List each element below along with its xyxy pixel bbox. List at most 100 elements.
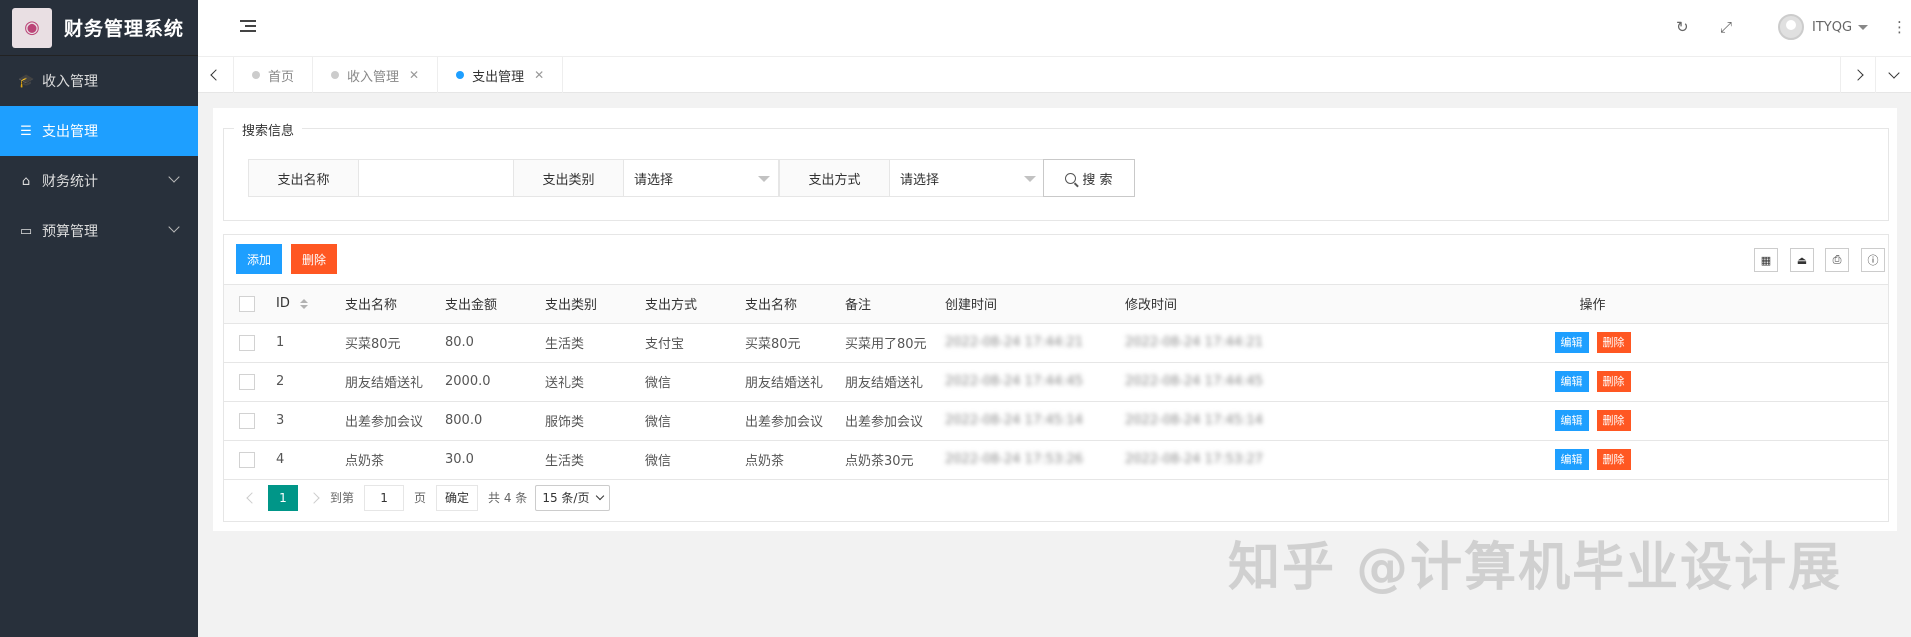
method-select[interactable]: 请选择 bbox=[890, 160, 1044, 196]
chevron-down-icon bbox=[1887, 67, 1900, 79]
tab-expense[interactable]: 支出管理 ✕ bbox=[438, 57, 564, 93]
graduation-cap-icon: 🎓 bbox=[18, 73, 35, 89]
method-label: 支出方式 bbox=[780, 160, 890, 196]
method-field: 支出方式 请选择 bbox=[779, 159, 1045, 197]
logo-icon: ◉ bbox=[12, 7, 52, 48]
page-label: 页 bbox=[414, 491, 427, 505]
delete-button[interactable]: 删除 bbox=[1596, 410, 1631, 431]
method-value: 请选择 bbox=[900, 172, 940, 188]
close-icon[interactable]: ✕ bbox=[409, 68, 419, 82]
window-icon: ▭ bbox=[19, 223, 33, 239]
cell-name2: 朋友结婚送礼 bbox=[737, 362, 837, 402]
goto-page-input[interactable]: 1 bbox=[364, 484, 405, 511]
column-header: 操作 bbox=[1297, 285, 1888, 324]
cell-method: 微信 bbox=[637, 362, 737, 402]
total-count: 共 4 条 bbox=[488, 491, 528, 505]
caret-down-icon bbox=[1858, 24, 1869, 30]
cell-updated: 2022-08-24 17:45:14 bbox=[1117, 401, 1297, 441]
delete-button[interactable]: 删除 bbox=[1596, 332, 1631, 353]
dropdown-arrow-icon bbox=[1024, 176, 1036, 182]
sidebar-item-expense[interactable]: ☰ 支出管理 bbox=[0, 106, 198, 156]
menu-toggle-icon[interactable] bbox=[240, 20, 256, 34]
add-button[interactable]: 添加 bbox=[236, 244, 282, 274]
more-icon[interactable]: ⋮ bbox=[1892, 18, 1907, 36]
cell-name: 买菜80元 bbox=[337, 323, 437, 363]
tab-home[interactable]: 首页 bbox=[234, 57, 314, 93]
edit-button[interactable]: 编辑 bbox=[1554, 332, 1589, 353]
cell-id: 2 bbox=[268, 362, 337, 402]
top-header: ↻ ⤢ ITYQG ⋮ bbox=[198, 0, 1911, 57]
table-row: 4 点奶茶 30.0 生活类 微信 点奶茶 点奶茶30元 2022-08-24 … bbox=[224, 440, 1888, 480]
table-row: 1 买菜80元 80.0 生活类 支付宝 买菜80元 买菜用了80元 2022-… bbox=[224, 323, 1888, 363]
fullscreen-icon[interactable]: ⤢ bbox=[1720, 18, 1732, 36]
cell-amount: 80.0 bbox=[437, 323, 537, 363]
tab-label: 首页 bbox=[268, 69, 295, 85]
cell-actions: 编辑 删除 bbox=[1297, 440, 1888, 480]
edit-button[interactable]: 编辑 bbox=[1554, 410, 1589, 431]
cell-updated: 2022-08-24 17:44:45 bbox=[1117, 362, 1297, 402]
delete-button[interactable]: 删除 bbox=[1596, 371, 1631, 392]
prev-page-icon[interactable] bbox=[246, 491, 258, 504]
cell-id: 3 bbox=[268, 401, 337, 441]
cell-amount: 30.0 bbox=[437, 440, 537, 480]
avatar bbox=[1778, 14, 1804, 40]
next-page-icon[interactable] bbox=[308, 491, 320, 504]
sidebar-item-income[interactable]: 🎓 收入管理 bbox=[0, 56, 198, 106]
info-icon[interactable]: ⓘ bbox=[1861, 248, 1885, 272]
select-all-checkbox[interactable] bbox=[239, 295, 255, 312]
cell-updated: 2022-08-24 17:44:21 bbox=[1117, 323, 1297, 363]
name-label: 支出名称 bbox=[249, 160, 359, 196]
column-header: 支出类别 bbox=[537, 285, 637, 324]
sidebar-item-statistics[interactable]: ⌂ 财务统计 bbox=[0, 156, 198, 206]
sidebar-item-budget[interactable]: ▭ 预算管理 bbox=[0, 206, 198, 256]
edit-button[interactable]: 编辑 bbox=[1554, 449, 1589, 470]
tab-label: 支出管理 bbox=[472, 69, 525, 85]
column-header: 支出名称 bbox=[737, 285, 837, 324]
delete-button[interactable]: 删除 bbox=[1596, 449, 1631, 470]
home-icon: ⌂ bbox=[21, 173, 31, 189]
tabs-next-button[interactable] bbox=[1840, 57, 1876, 93]
cell-actions: 编辑 删除 bbox=[1297, 362, 1888, 402]
row-checkbox[interactable] bbox=[239, 412, 255, 429]
cell-method: 支付宝 bbox=[637, 323, 737, 363]
columns-filter-icon[interactable]: ▦ bbox=[1754, 248, 1778, 272]
goto-label: 到第 bbox=[330, 491, 355, 505]
edit-button[interactable]: 编辑 bbox=[1554, 371, 1589, 392]
cell-created: 2022-08-24 17:44:21 bbox=[937, 323, 1117, 363]
sidebar-item-label: 预算管理 bbox=[42, 224, 98, 240]
category-select[interactable]: 请选择 bbox=[624, 160, 778, 196]
category-field: 支出类别 请选择 bbox=[513, 159, 779, 197]
search-button[interactable]: 搜 索 bbox=[1043, 159, 1135, 197]
cell-category: 送礼类 bbox=[537, 362, 637, 402]
current-page[interactable]: 1 bbox=[268, 484, 298, 511]
page-size-value: 15 条/页 bbox=[542, 491, 590, 505]
cell-remark: 点奶茶30元 bbox=[837, 440, 937, 480]
logo-area: ◉ 财务管理系统 bbox=[0, 0, 198, 56]
close-icon[interactable]: ✕ bbox=[534, 68, 544, 82]
cell-category: 生活类 bbox=[537, 323, 637, 363]
tabs-prev-button[interactable] bbox=[198, 57, 234, 93]
refresh-icon[interactable]: ↻ bbox=[1676, 18, 1689, 36]
cell-category: 生活类 bbox=[537, 440, 637, 480]
row-checkbox[interactable] bbox=[239, 451, 255, 468]
chevron-left-icon bbox=[209, 69, 222, 81]
page-size-select[interactable]: 15 条/页 bbox=[535, 484, 611, 511]
column-header: 支出方式 bbox=[637, 285, 737, 324]
tab-income[interactable]: 收入管理 ✕ bbox=[313, 57, 439, 93]
tabs-menu-button[interactable] bbox=[1875, 57, 1911, 93]
cell-name: 出差参加会议 bbox=[337, 401, 437, 441]
tabs-bar: 首页 收入管理 ✕ 支出管理 ✕ bbox=[198, 57, 1911, 93]
sort-icon[interactable] bbox=[300, 298, 308, 309]
tabs: 首页 收入管理 ✕ 支出管理 ✕ bbox=[234, 57, 564, 93]
app-title: 财务管理系统 bbox=[64, 18, 185, 40]
row-checkbox[interactable] bbox=[239, 373, 255, 390]
user-menu[interactable]: ITYQG bbox=[1778, 14, 1869, 40]
row-checkbox[interactable] bbox=[239, 334, 255, 351]
tab-dot bbox=[456, 71, 465, 79]
print-icon[interactable]: ⎙ bbox=[1825, 248, 1849, 272]
sidebar: ◉ 财务管理系统 🎓 收入管理 ☰ 支出管理 ⌂ 财务统计 ▭ 预算管理 bbox=[0, 0, 198, 637]
goto-confirm-button[interactable]: 确定 bbox=[436, 484, 479, 511]
export-icon[interactable]: ⏏ bbox=[1790, 248, 1814, 272]
batch-delete-button[interactable]: 删除 bbox=[291, 244, 337, 274]
category-label: 支出类别 bbox=[514, 160, 624, 196]
